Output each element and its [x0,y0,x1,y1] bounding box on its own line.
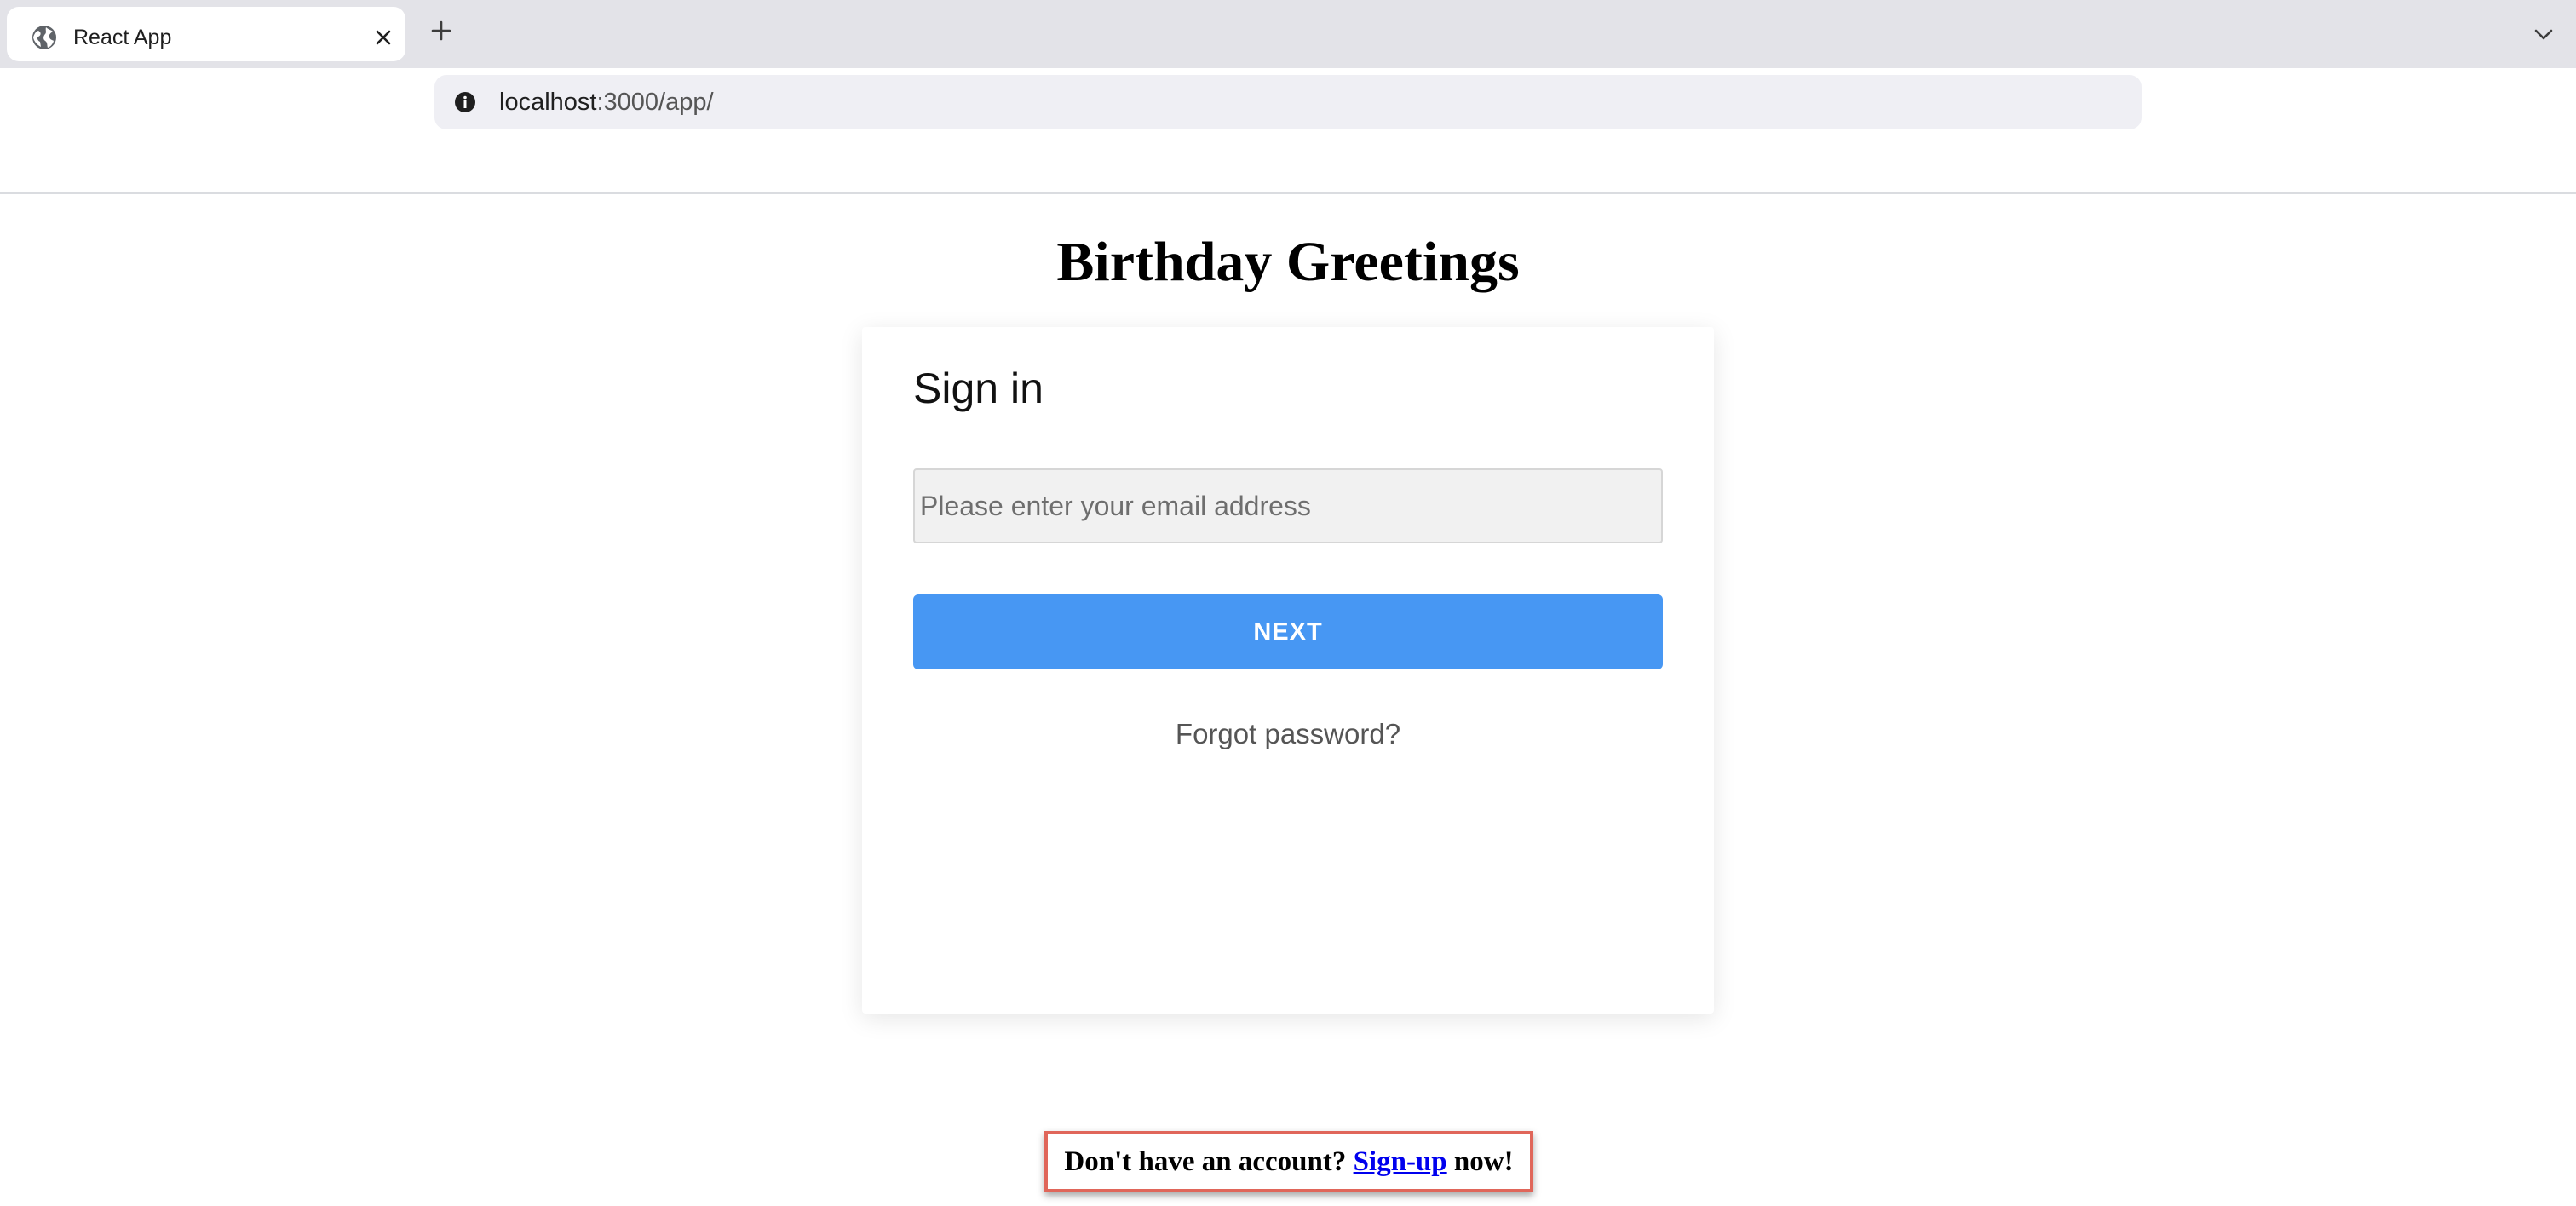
signup-prefix: Don't have an account? [1064,1146,1354,1177]
signin-card: Sign in NEXT Forgot password? [862,327,1714,1014]
close-icon[interactable] [371,26,395,49]
tab-react-app[interactable]: React App [7,7,405,61]
page-title: Birthday Greetings [1056,231,1520,293]
url-path: :3000/app/ [596,89,714,116]
tab-strip: React App [0,0,2576,68]
new-tab-plus-icon[interactable] [428,17,455,44]
chevron-down-icon[interactable] [2530,20,2557,48]
url-text[interactable]: localhost:3000/app/ [499,89,714,116]
tab-title: React App [73,26,172,49]
signin-heading: Sign in [913,365,1044,412]
url-host: localhost [499,89,597,116]
email-field[interactable] [913,468,1663,543]
browser-window: React App localhost:3000/app/ Birthday G… [0,0,2576,1206]
globe-icon [32,26,56,49]
address-bar[interactable]: localhost:3000/app/ [434,75,2142,129]
signup-link[interactable]: Sign-up [1354,1146,1447,1177]
browser-toolbar: localhost:3000/app/ [0,68,2576,194]
forgot-password-link[interactable]: Forgot password? [862,717,1714,751]
signup-suffix: now! [1446,1146,1514,1177]
next-button[interactable]: NEXT [913,594,1663,669]
info-icon[interactable] [451,89,479,116]
signup-prompt: Don't have an account? Sign-up now! [1044,1131,1533,1192]
